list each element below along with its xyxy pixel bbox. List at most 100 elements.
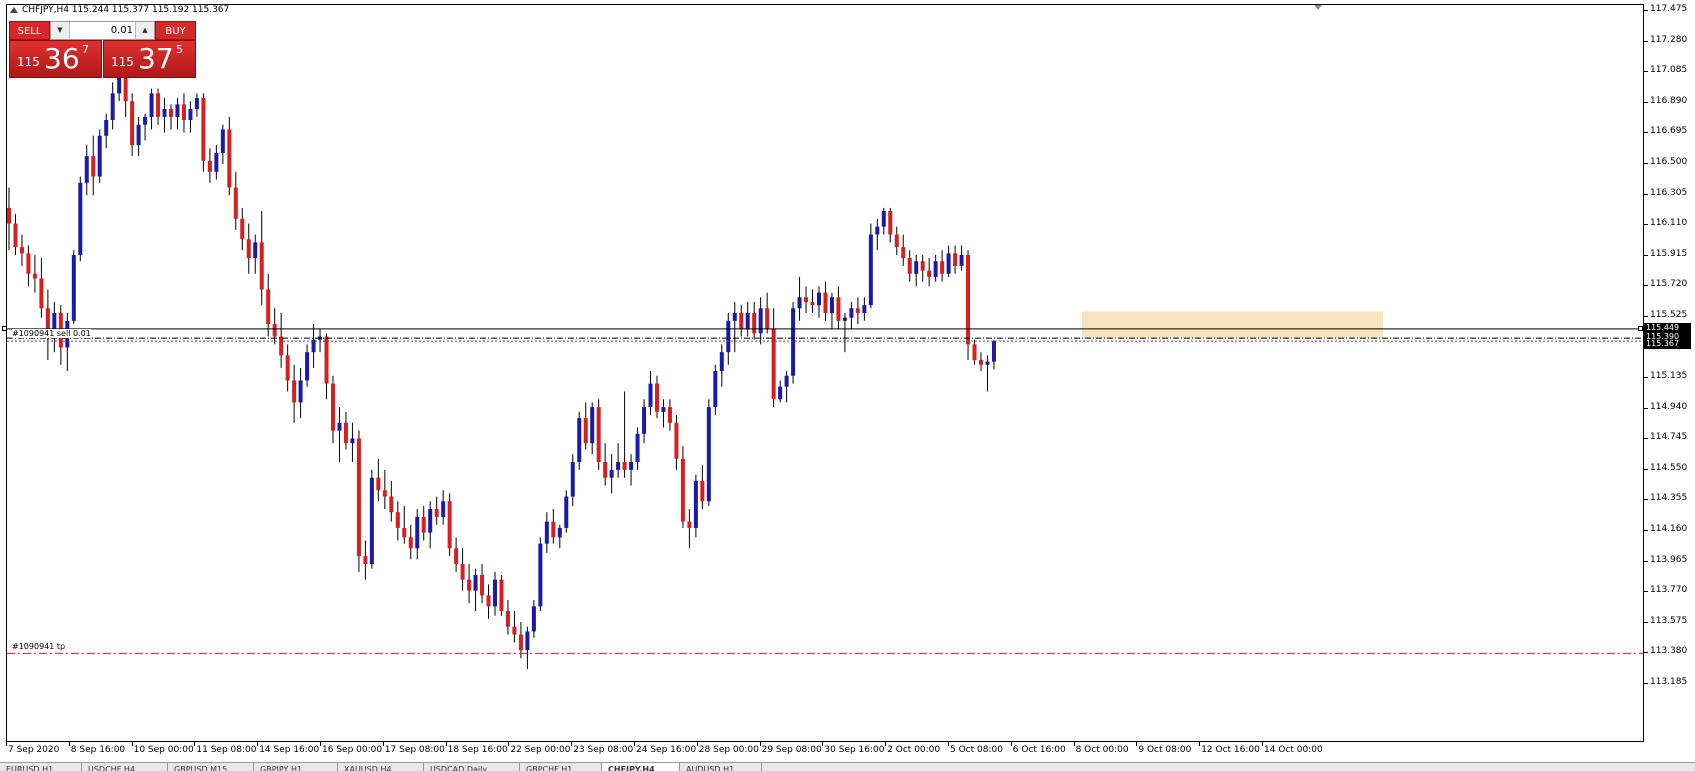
price-axis[interactable]: 117.475 117.280 117.085 116.890 116.695 116.5… — [1644, 0, 1695, 745]
bear-candle — [395, 512, 400, 528]
time-label: 5 Oct 08:00 — [950, 745, 1003, 755]
bear-candle — [979, 360, 983, 365]
bull-candle — [616, 462, 621, 470]
price-label: 117.280 — [1650, 34, 1688, 45]
price-label: 114.550 — [1650, 462, 1688, 473]
time-label: 10 Sep 00:00 — [133, 745, 194, 755]
time-label: 22 Sep 00:00 — [510, 745, 571, 755]
bear-candle — [130, 101, 135, 146]
bear-candle — [13, 223, 18, 248]
time-axis[interactable]: 7 Sep 2020 8 Sep 16:00 10 Sep 00:00 11 Sep … — [0, 742, 1644, 762]
time-label: 14 Sep 16:00 — [259, 745, 320, 755]
bear-candle — [499, 579, 504, 612]
take-profit-label[interactable]: #1090941 tp — [12, 642, 66, 652]
bull-candle — [914, 261, 919, 274]
sell-quote-button[interactable]: 115 36 7 — [9, 40, 102, 78]
bear-candle — [966, 254, 971, 345]
bull-candle — [531, 606, 536, 632]
bear-candle — [363, 556, 368, 564]
bull-candle — [661, 407, 666, 412]
bull-candle — [875, 226, 880, 235]
bear-candle — [246, 239, 251, 259]
price-tick — [1644, 132, 1648, 134]
lot-decrease-icon[interactable]: ▼ — [51, 22, 70, 39]
symbol-arrow-icon — [10, 7, 18, 13]
time-tick — [508, 742, 510, 746]
buy-price-main: 37 — [138, 42, 174, 75]
price-tick — [1644, 224, 1648, 226]
sell-price-pip: 7 — [82, 43, 89, 56]
sell-order-label[interactable]: #1090941 sell 0.01 — [12, 328, 91, 338]
bull-candle — [78, 182, 83, 255]
bear-candle — [907, 258, 912, 274]
time-label: 23 Sep 08:00 — [573, 745, 634, 755]
bull-candle — [544, 521, 549, 544]
time-label: 24 Sep 16:00 — [636, 745, 697, 755]
bull-candle — [441, 501, 446, 517]
bear-candle — [622, 462, 627, 470]
bull-candle — [642, 407, 647, 434]
price-tick — [1644, 499, 1648, 501]
bear-candle — [583, 418, 588, 444]
bull-candle — [693, 480, 698, 528]
bear-candle — [389, 496, 394, 513]
bull-candle — [52, 312, 57, 329]
bear-candle — [655, 383, 659, 412]
bear-candle — [467, 579, 472, 591]
bull-candle — [933, 261, 938, 277]
bear-candle — [240, 218, 245, 240]
price-label: 116.305 — [1650, 187, 1688, 198]
bull-candle — [71, 254, 76, 321]
price-tick — [1644, 315, 1648, 317]
bull-candle — [629, 462, 634, 470]
bear-candle — [331, 383, 335, 431]
price-label: 116.695 — [1650, 126, 1688, 137]
bull-candle — [415, 516, 420, 549]
bear-candle — [680, 458, 685, 522]
buy-quote-button[interactable]: 115 37 5 — [103, 40, 196, 78]
bear-candle — [279, 336, 284, 356]
bear-candle — [39, 278, 44, 309]
chart-window: CHFJPY,H4 115.244 115.377 115.192 115.36… — [0, 0, 1695, 771]
one-click-trading-panel: SELL ▼ ▲ BUY 115 36 7 115 37 5 — [9, 21, 196, 78]
bear-candle — [447, 501, 452, 549]
time-label: 17 Sep 08:00 — [384, 745, 445, 755]
time-label: 6 Oct 16:00 — [1012, 745, 1066, 755]
price-label: 117.085 — [1650, 65, 1688, 76]
bull-candle — [194, 98, 199, 110]
bear-candle — [518, 634, 523, 651]
bull-candle — [428, 509, 433, 533]
line-handle[interactable] — [2, 325, 7, 331]
chart-area[interactable] — [6, 4, 1644, 742]
sell-button[interactable]: SELL — [9, 21, 50, 40]
price-tick — [1644, 10, 1648, 11]
bear-candle — [7, 207, 11, 224]
price-tick — [1644, 193, 1648, 195]
candlestick-chart[interactable] — [7, 5, 1643, 741]
price-tick — [1644, 683, 1648, 684]
time-label: 7 Sep 2020 — [8, 745, 60, 755]
time-tick — [571, 742, 573, 746]
lot-increase-icon[interactable]: ▲ — [135, 22, 154, 39]
price-label: 113.185 — [1650, 677, 1688, 687]
bull-candle — [590, 407, 595, 444]
shift-marker-icon[interactable] — [1314, 5, 1322, 10]
bull-candle — [84, 156, 89, 183]
time-label: 2 Oct 00:00 — [887, 745, 941, 755]
bear-candle — [512, 626, 517, 635]
bear-candle — [596, 407, 601, 463]
lot-size-input[interactable] — [71, 23, 133, 38]
price-label: 116.110 — [1650, 218, 1688, 229]
line-handle[interactable] — [1638, 325, 1643, 331]
time-tick — [822, 742, 824, 746]
bear-candle — [855, 308, 860, 313]
bull-candle — [817, 292, 821, 306]
buy-button[interactable]: BUY — [155, 21, 196, 40]
time-label: 11 Sep 08:00 — [196, 745, 257, 755]
time-label: 28 Sep 00:00 — [698, 745, 759, 755]
bull-candle — [991, 341, 996, 362]
bull-candle — [149, 93, 154, 117]
price-label: 113.575 — [1650, 615, 1688, 626]
price-label: 113.965 — [1650, 554, 1688, 565]
bear-candle — [480, 574, 485, 596]
